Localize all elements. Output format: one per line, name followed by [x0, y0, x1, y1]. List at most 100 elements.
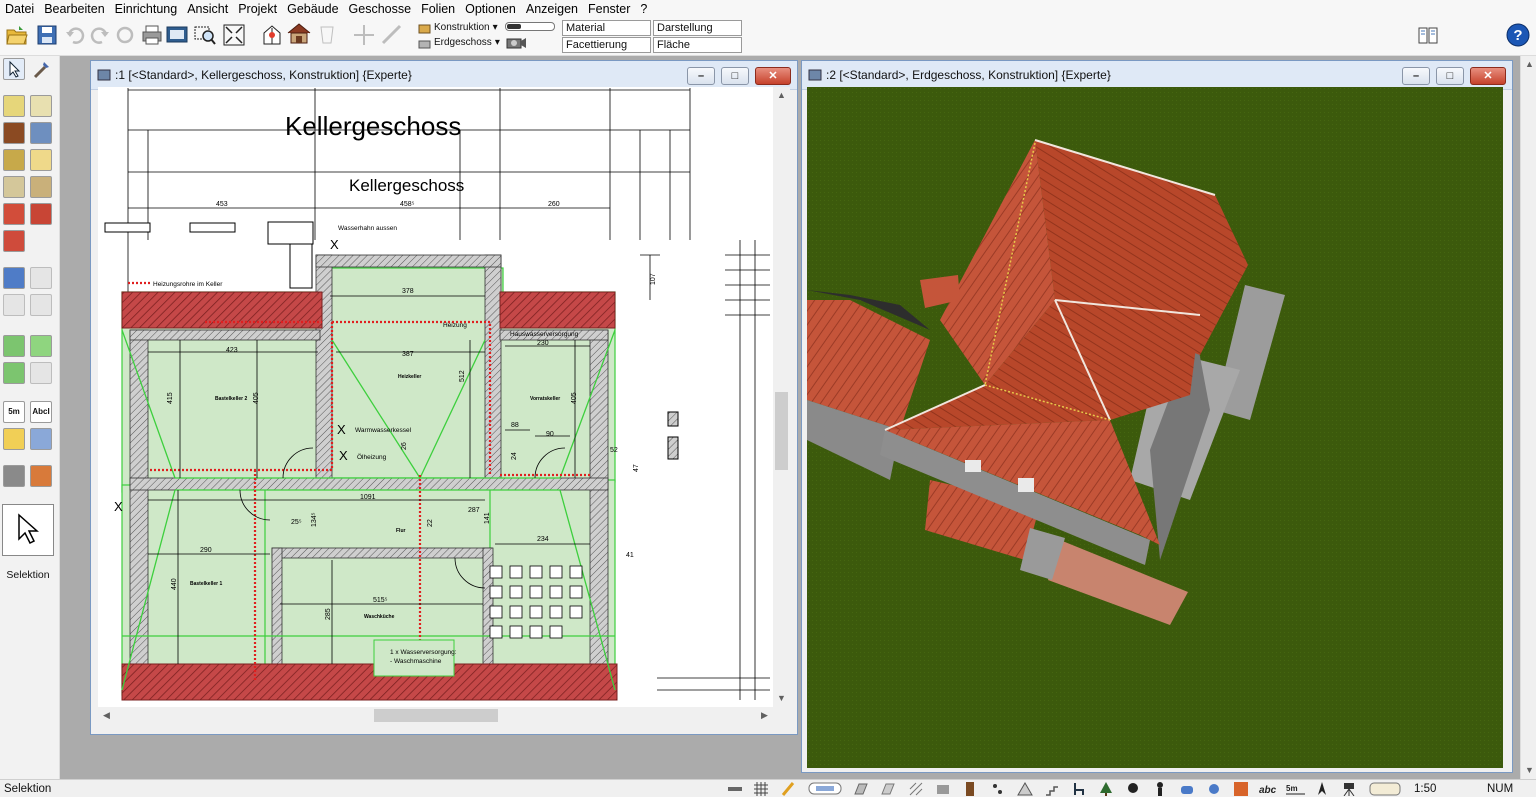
floor-select[interactable]: Erdgeschoss ▾ — [418, 36, 500, 50]
open-folder-icon[interactable] — [5, 23, 29, 47]
maximize-button[interactable]: □ — [721, 67, 749, 85]
display-button[interactable]: Darstellung — [653, 20, 742, 36]
workspace-vertical-scrollbar[interactable]: ▲ ▼ — [1520, 56, 1536, 779]
3d-text-icon[interactable] — [1233, 781, 1249, 796]
beam-icon[interactable] — [3, 176, 25, 198]
scroll-thumb[interactable] — [374, 709, 498, 722]
floor-plan-canvas[interactable]: Kellergeschoss Kellergeschoss Heizungsro… — [98, 87, 773, 707]
menu-anzeigen[interactable]: Anzeigen — [521, 0, 583, 18]
print-preview-icon[interactable] — [165, 23, 189, 47]
object-disabled-icon[interactable] — [3, 294, 25, 316]
plane-icon[interactable] — [853, 781, 869, 796]
text-icon[interactable]: AbcI — [30, 401, 52, 423]
terrain2-icon[interactable] — [30, 335, 52, 357]
stairs-icon[interactable] — [1044, 781, 1060, 796]
door-icon[interactable] — [3, 122, 25, 144]
scroll-down-icon[interactable]: ▼ — [773, 690, 790, 707]
plant-icon[interactable] — [1125, 781, 1141, 796]
furniture-chair-icon[interactable] — [3, 267, 25, 289]
pen-icon[interactable] — [30, 428, 52, 450]
menu-help[interactable]: ? — [635, 0, 652, 18]
scroll-right-icon[interactable]: ▶ — [756, 707, 773, 724]
terrain4-icon[interactable] — [30, 362, 52, 384]
menu-gebaeude[interactable]: Gebäude — [282, 0, 343, 18]
tree-icon[interactable] — [1098, 781, 1114, 796]
redo-icon[interactable] — [88, 23, 112, 47]
material-button[interactable]: Material — [562, 20, 651, 36]
maximize-button[interactable]: □ — [1436, 67, 1464, 85]
move-icon[interactable] — [352, 23, 376, 47]
construction-mode-select[interactable]: Konstruktion ▾ — [418, 21, 498, 35]
wall-tool-icon[interactable] — [880, 781, 896, 796]
window-system-icon[interactable] — [97, 69, 111, 81]
lamp-icon[interactable] — [1206, 781, 1222, 796]
wall-line-icon[interactable] — [727, 781, 743, 796]
scroll-paper-icon[interactable] — [1368, 781, 1402, 796]
minimize-button[interactable]: – — [1402, 67, 1430, 85]
menu-fenster[interactable]: Fenster — [583, 0, 635, 18]
chair-icon[interactable] — [1071, 781, 1087, 796]
slab-icon[interactable] — [30, 95, 52, 117]
menu-datei[interactable]: Datei — [0, 0, 39, 18]
hatch-icon[interactable] — [908, 781, 924, 796]
scroll-down-icon[interactable]: ▼ — [1521, 762, 1536, 779]
scroll-thumb[interactable] — [775, 392, 788, 470]
faceting-button[interactable]: Facettierung — [562, 37, 651, 53]
undo-icon[interactable] — [63, 23, 87, 47]
roof-window-icon[interactable] — [3, 230, 25, 252]
plan-2d-icon[interactable] — [260, 23, 284, 47]
menu-geschosse[interactable]: Geschosse — [344, 0, 417, 18]
house-3d-icon[interactable] — [286, 21, 312, 47]
roof-icon[interactable] — [1017, 781, 1033, 796]
menu-folien[interactable]: Folien — [416, 0, 460, 18]
menu-einrichtung[interactable]: Einrichtung — [110, 0, 183, 18]
transparency-slider[interactable] — [505, 22, 555, 31]
menu-optionen[interactable]: Optionen — [460, 0, 521, 18]
plan-vertical-scrollbar[interactable]: ▲ ▼ — [773, 87, 790, 707]
surface-button[interactable]: Fläche — [653, 37, 742, 53]
menu-projekt[interactable]: Projekt — [233, 0, 282, 18]
pipe-icon[interactable] — [30, 465, 52, 487]
grid-icon[interactable] — [753, 781, 769, 796]
save-icon[interactable] — [35, 23, 59, 47]
footprint-icon[interactable] — [990, 781, 1006, 796]
window-icon[interactable] — [30, 122, 52, 144]
close-button[interactable]: ✕ — [1470, 67, 1506, 85]
wall-icon[interactable] — [3, 95, 25, 117]
terrain-icon[interactable] — [3, 335, 25, 357]
slider-thumb[interactable] — [507, 24, 521, 29]
book-icon[interactable] — [1416, 23, 1440, 47]
scroll-up-icon[interactable]: ▲ — [773, 87, 790, 104]
ceiling-icon[interactable] — [30, 149, 52, 171]
zoom-fit-icon[interactable] — [222, 23, 246, 47]
help-icon[interactable]: ? — [1505, 22, 1531, 48]
text-abc-icon[interactable]: abc — [1258, 781, 1280, 796]
scroll-up-icon[interactable]: ▲ — [1521, 56, 1536, 73]
plan-horizontal-scrollbar[interactable]: ◀ ▶ — [98, 707, 773, 724]
dormer-icon[interactable] — [30, 203, 52, 225]
furniture-disabled-icon[interactable] — [30, 267, 52, 289]
refresh-icon[interactable] — [113, 23, 137, 47]
dimension-icon[interactable]: 5m — [3, 401, 25, 423]
terrain3-icon[interactable] — [3, 362, 25, 384]
scroll-left-icon[interactable]: ◀ — [98, 707, 115, 724]
measure-icon[interactable] — [380, 23, 404, 47]
pencil-icon[interactable] — [3, 428, 25, 450]
door-icon[interactable] — [962, 781, 978, 796]
select-arrow-icon[interactable] — [3, 58, 25, 80]
layer-toggle-icon[interactable] — [808, 781, 842, 796]
roof-icon[interactable] — [3, 203, 25, 225]
floor-icon[interactable] — [935, 781, 951, 796]
menu-bearbeiten[interactable]: Bearbeiten — [39, 0, 109, 18]
stairs-icon[interactable] — [3, 149, 25, 171]
object2-disabled-icon[interactable] — [30, 294, 52, 316]
dimension-5m-icon[interactable]: 5m — [1285, 781, 1307, 796]
pencil-icon[interactable] — [780, 781, 796, 796]
perspective-icon[interactable] — [315, 23, 339, 47]
close-button[interactable]: ✕ — [755, 67, 791, 85]
window-system-icon[interactable] — [808, 69, 822, 81]
zoom-window-icon[interactable] — [193, 23, 217, 47]
tools-icon[interactable] — [30, 58, 52, 80]
person-icon[interactable] — [1152, 781, 1168, 796]
symbols-icon[interactable] — [3, 465, 25, 487]
